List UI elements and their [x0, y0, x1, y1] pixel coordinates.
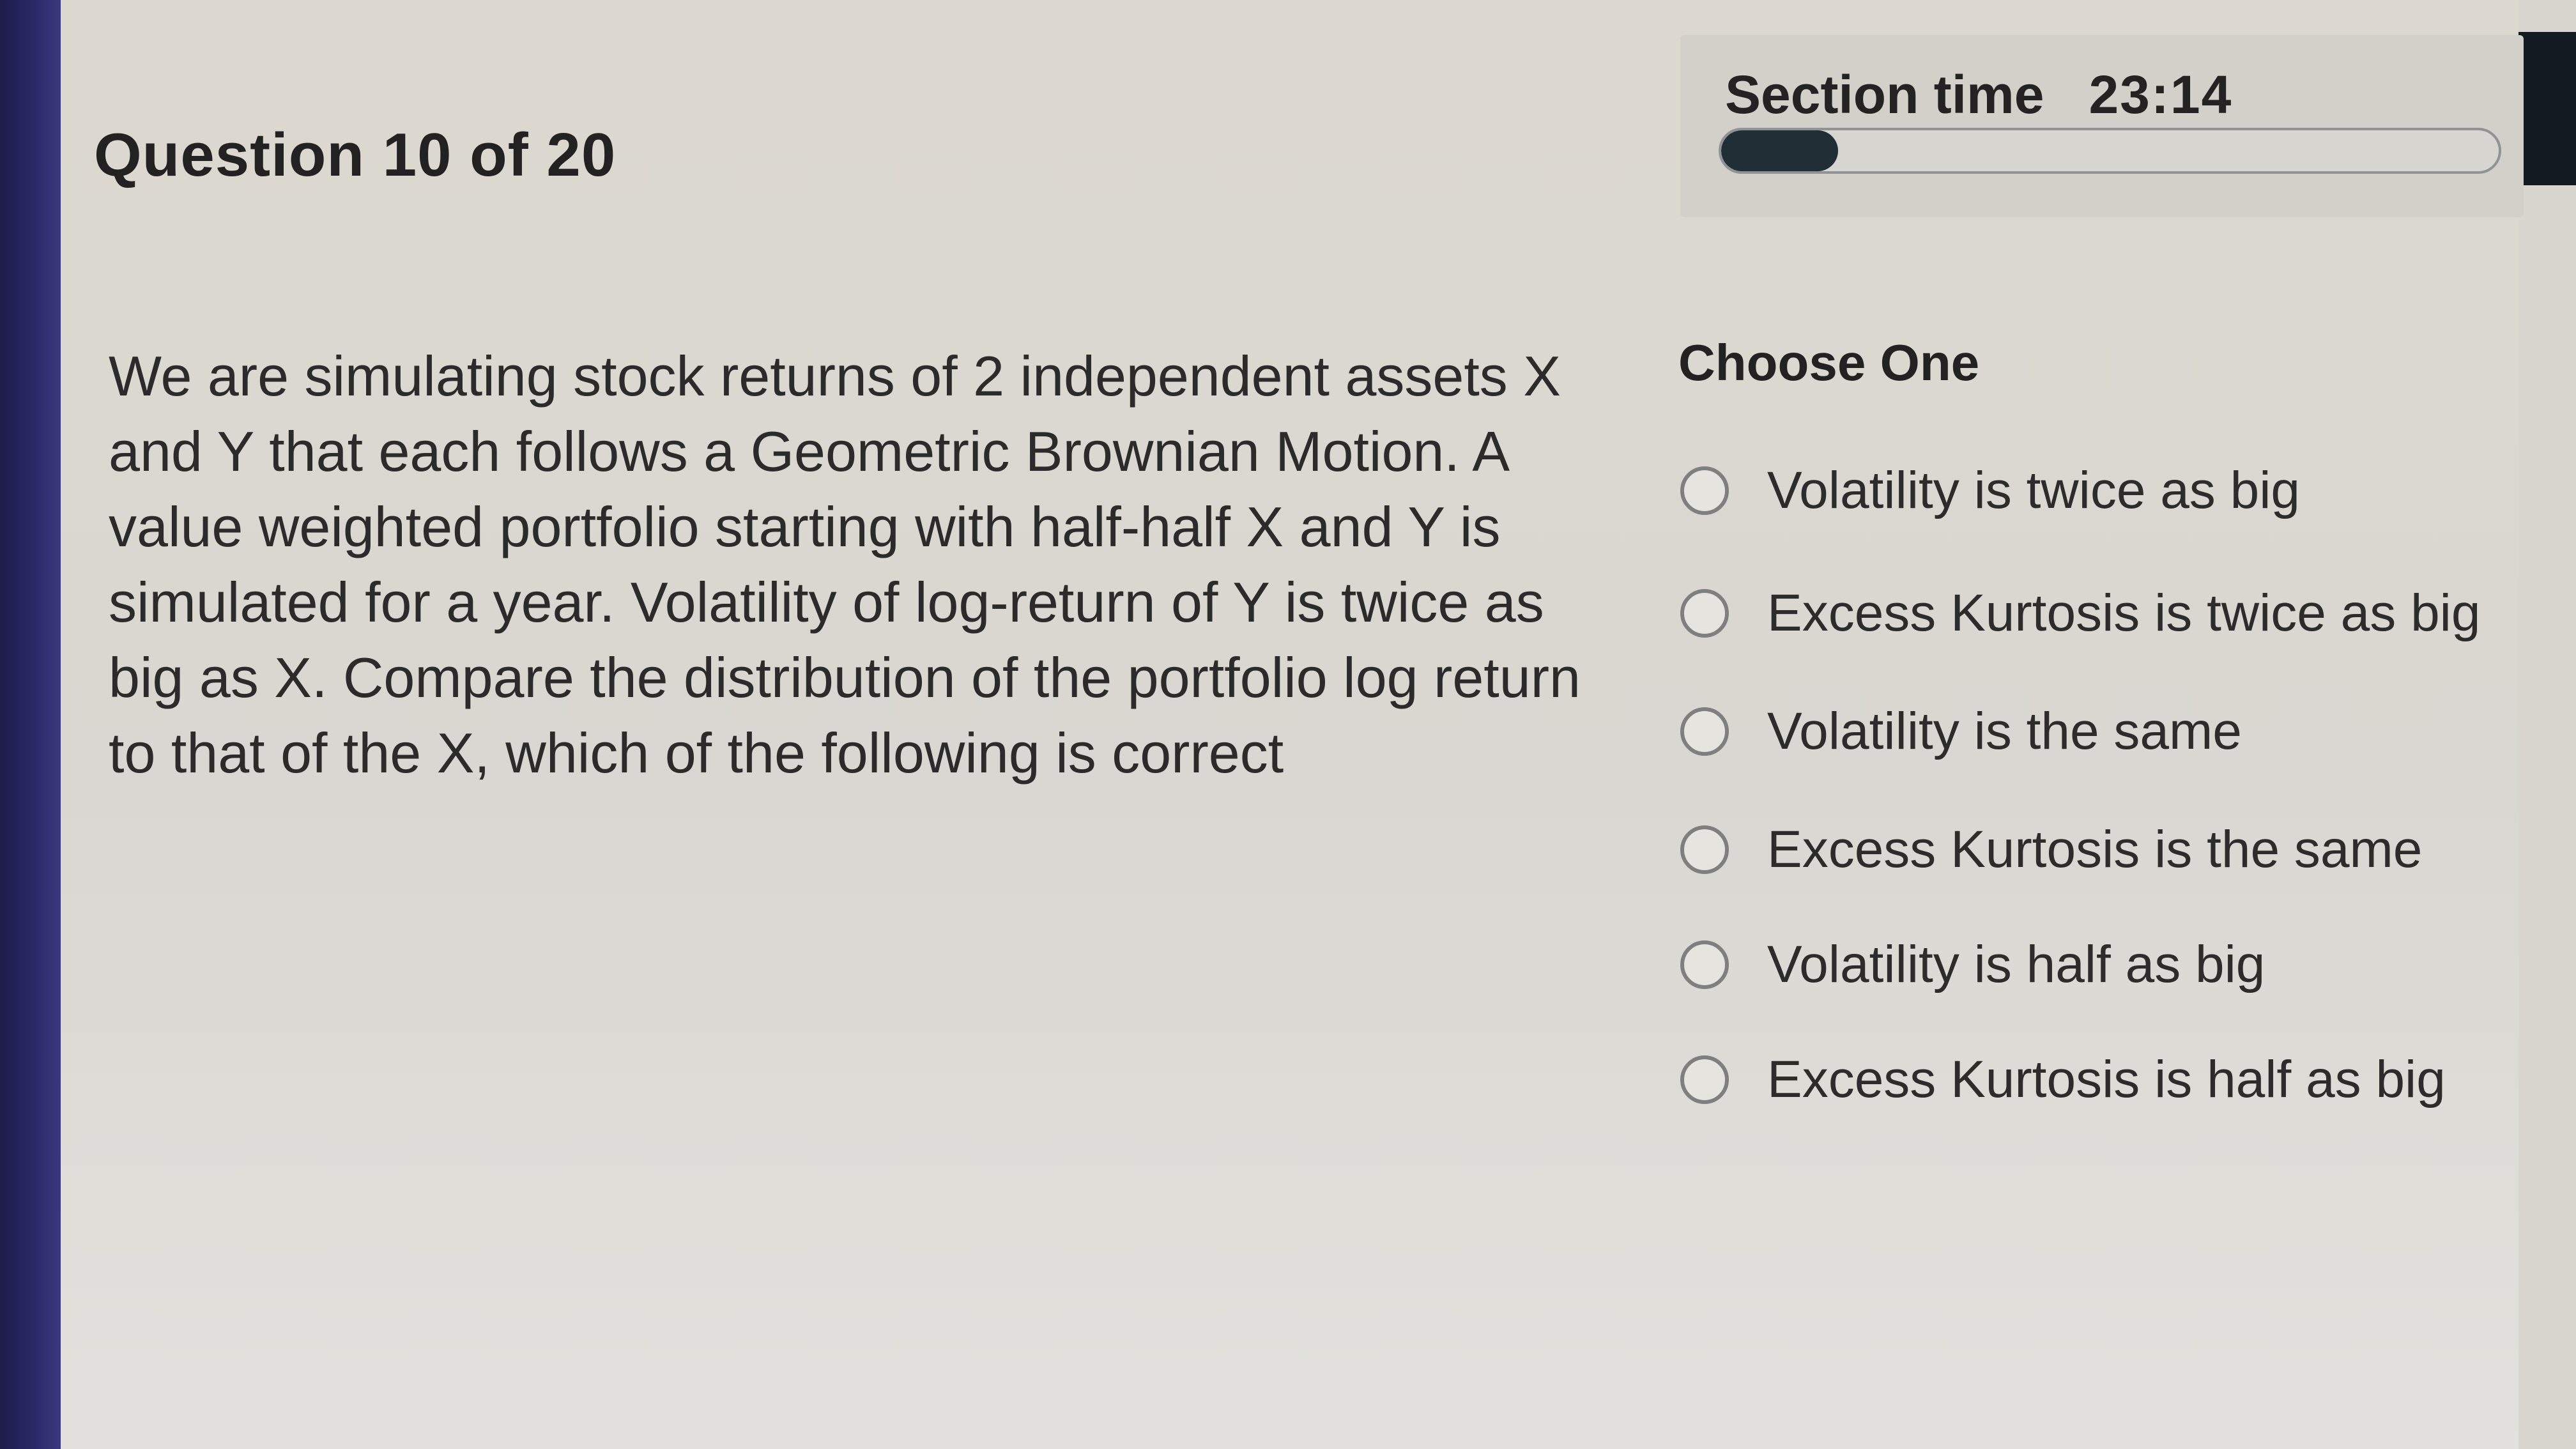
radio-unchecked-icon[interactable] — [1680, 466, 1729, 515]
time-progress-fill — [1721, 130, 1838, 171]
radio-unchecked-icon[interactable] — [1680, 825, 1729, 874]
answer-option-volatility-twice[interactable]: Volatility is twice as big — [1680, 456, 2300, 526]
answer-option-label: Volatility is the same — [1767, 702, 2242, 760]
answer-option-volatility-same[interactable]: Volatility is the same — [1680, 696, 2242, 767]
radio-unchecked-icon[interactable] — [1680, 707, 1729, 756]
answer-option-kurtosis-half[interactable]: Excess Kurtosis is half as big — [1680, 1045, 2446, 1115]
time-progress-bar — [1719, 128, 2501, 174]
radio-unchecked-icon[interactable] — [1680, 940, 1729, 989]
choose-one-label: Choose One — [1678, 334, 1980, 391]
answer-option-label: Excess Kurtosis is half as big — [1767, 1050, 2446, 1108]
answer-option-label: Excess Kurtosis is twice as big — [1767, 584, 2481, 642]
answer-option-kurtosis-same[interactable]: Excess Kurtosis is the same — [1680, 815, 2422, 885]
radio-unchecked-icon[interactable] — [1680, 589, 1729, 638]
section-time-label: Section time — [1725, 65, 2044, 125]
question-text: We are simulating stock returns of 2 ind… — [109, 344, 1581, 785]
timer-panel — [1680, 35, 2524, 217]
answer-option-volatility-half[interactable]: Volatility is half as big — [1680, 930, 2265, 1000]
answer-option-label: Excess Kurtosis is the same — [1767, 820, 2423, 878]
answer-option-label: Volatility is twice as big — [1767, 461, 2301, 519]
left-bezel — [0, 0, 61, 1449]
answer-option-label: Volatility is half as big — [1767, 935, 2266, 993]
right-bezel — [2518, 32, 2576, 185]
section-timer: Section time 23:14 — [1725, 64, 2232, 126]
question-counter: Question 10 of 20 — [94, 121, 617, 189]
radio-unchecked-icon[interactable] — [1680, 1055, 1729, 1104]
answer-option-kurtosis-twice[interactable]: Excess Kurtosis is twice as big — [1680, 578, 2481, 648]
section-time-value: 23:14 — [2089, 65, 2233, 125]
